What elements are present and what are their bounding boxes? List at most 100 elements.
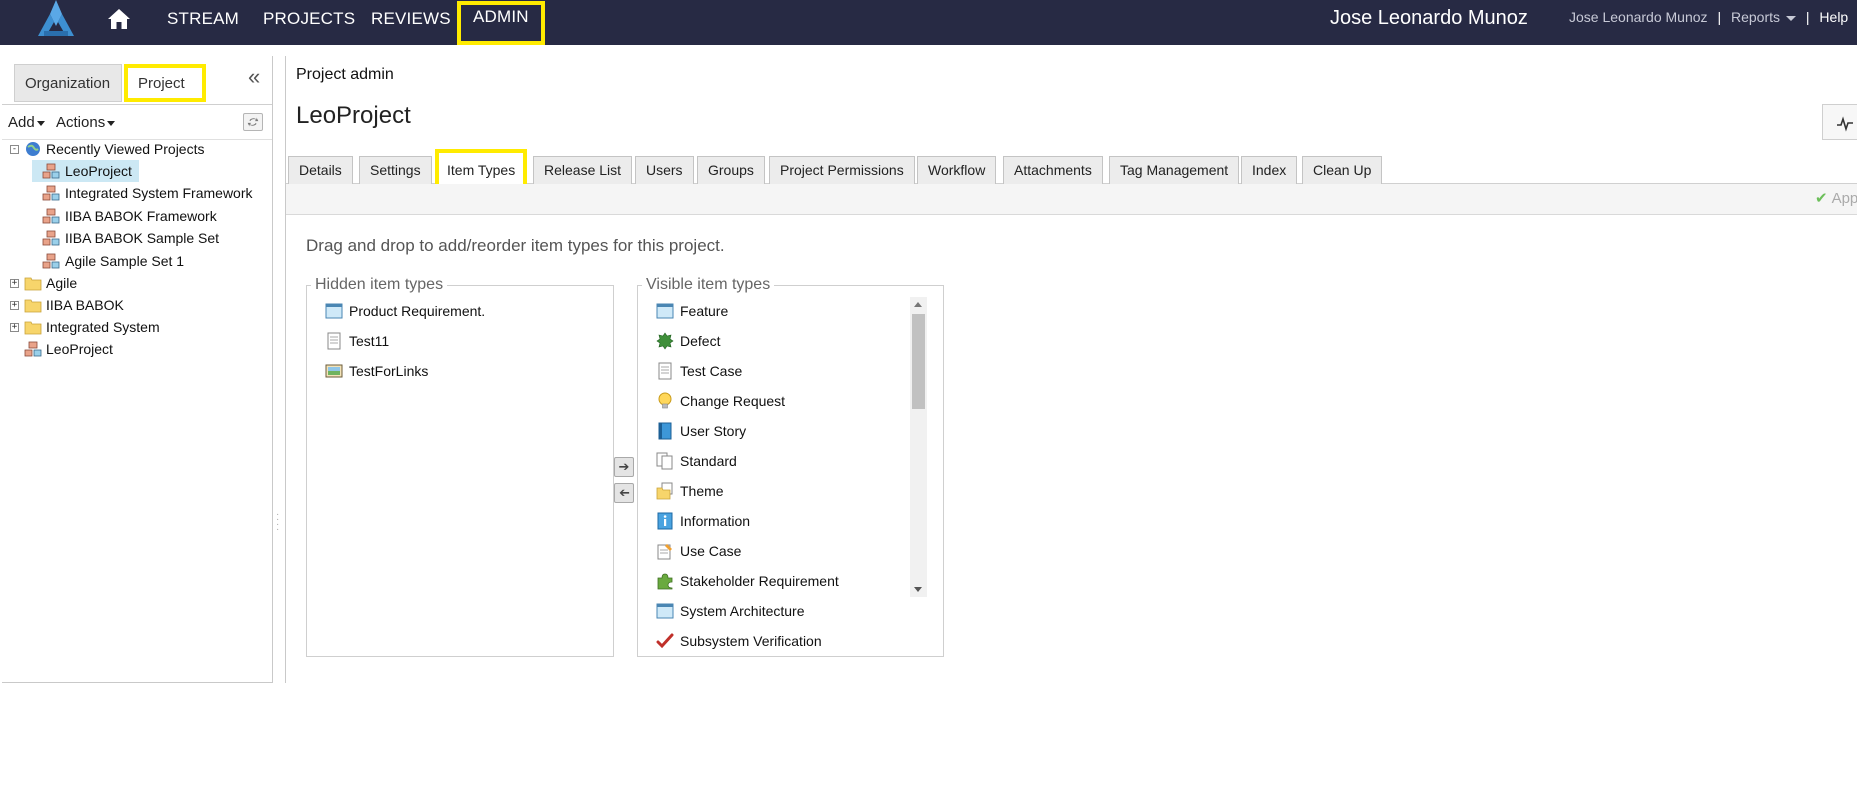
tree-node-recent[interactable]: - Recently Viewed Projects (6, 138, 266, 160)
tab-attachments[interactable]: Attachments (1003, 156, 1103, 184)
user-menu-link[interactable]: Jose Leonardo Munoz (1569, 9, 1708, 25)
apply-bar: ✔ App (286, 184, 1857, 215)
nav-stream[interactable]: STREAM (167, 9, 239, 29)
refresh-icon[interactable] (243, 113, 263, 131)
tree-label: Agile Sample Set 1 (65, 253, 185, 269)
tab-users[interactable]: Users (635, 156, 694, 184)
tab-settings[interactable]: Settings (359, 156, 432, 184)
tree-node-folder[interactable]: + Integrated System (6, 316, 206, 338)
document-icon (327, 332, 341, 350)
puzzle-icon (657, 573, 673, 590)
chevron-down-icon (1786, 15, 1796, 21)
scrollbar-thumb[interactable] (912, 314, 925, 409)
hidden-item-types-list[interactable]: Hidden item types Product Requirement. T… (306, 276, 614, 657)
tree-label: IIBA BABOK Sample Set (65, 230, 220, 246)
visible-list-scrollbar[interactable] (910, 297, 927, 597)
tab-index[interactable]: Index (1241, 156, 1298, 184)
tab-workflow[interactable]: Workflow (917, 156, 997, 184)
folder-doc-icon (656, 482, 673, 500)
tab-clean-up[interactable]: Clean Up (1302, 156, 1383, 184)
tree-node-project[interactable]: IIBA BABOK Framework (32, 205, 232, 227)
admin-tabs: Details Settings Item Types Release List… (286, 149, 1857, 189)
pages-icon (656, 452, 673, 470)
project-icon (42, 208, 60, 224)
breadcrumb: Project admin (296, 66, 394, 83)
list-item-label: Standard (680, 453, 737, 469)
home-icon[interactable] (106, 6, 132, 32)
arrow-right-icon: ➔ (618, 459, 630, 474)
tab-project[interactable]: Project (124, 64, 206, 102)
left-panel: Organization Project « Add Actions - Rec… (2, 56, 273, 683)
move-left-button[interactable]: ➔ (614, 483, 634, 503)
clipboard-icon (657, 544, 672, 560)
top-navigation-bar: STREAM PROJECTS REVIEWS ADMIN Jose Leona… (0, 0, 1857, 45)
list-item-label: System Architecture (680, 603, 805, 619)
list-item-label: Use Case (680, 543, 742, 559)
help-link[interactable]: Help (1819, 9, 1848, 25)
actions-menu-button[interactable]: Actions (56, 114, 116, 131)
tree-label: Integrated System Framework (65, 185, 253, 201)
tree-label: LeoProject (46, 341, 113, 357)
tree-node-project[interactable]: LeoProject (32, 160, 139, 182)
tree-node-project[interactable]: LeoProject (12, 338, 212, 360)
folder-icon (24, 277, 42, 291)
left-toolbar: Add Actions (2, 104, 272, 140)
expand-toggle[interactable]: + (10, 323, 19, 332)
checkmark-icon (656, 633, 674, 649)
nav-projects[interactable]: PROJECTS (263, 9, 355, 29)
apply-button[interactable]: ✔ App (1815, 189, 1857, 207)
tab-tag-management[interactable]: Tag Management (1109, 156, 1240, 184)
collapse-panel-icon[interactable]: « (248, 64, 260, 90)
tab-project-permissions[interactable]: Project Permissions (769, 156, 915, 184)
project-icon (42, 185, 60, 201)
bug-icon (656, 332, 674, 350)
tab-organization[interactable]: Organization (14, 64, 122, 102)
list-item-label: User Story (680, 423, 747, 439)
tree-node-folder[interactable]: + IIBA BABOK (6, 294, 206, 316)
project-icon (42, 163, 60, 179)
main-panel: Project admin LeoProject Details Setting… (285, 56, 1857, 683)
nav-admin[interactable]: ADMIN (457, 1, 545, 45)
scroll-down-icon[interactable] (914, 587, 922, 592)
jama-logo[interactable] (34, 0, 78, 38)
activity-icon (1837, 116, 1853, 132)
tab-groups[interactable]: Groups (697, 156, 765, 184)
reports-menu[interactable]: Reports (1731, 9, 1796, 25)
tree-node-project[interactable]: Integrated System Framework (32, 182, 262, 204)
list-item-label: Test Case (680, 363, 743, 379)
project-icon (24, 341, 42, 357)
checkmark-icon: ✔ (1815, 190, 1828, 207)
window-icon (656, 303, 674, 319)
window-icon (325, 303, 343, 319)
scroll-up-icon[interactable] (914, 302, 922, 307)
instructions-text: Drag and drop to add/reorder item types … (306, 236, 725, 255)
tree-node-folder[interactable]: + Agile (6, 272, 206, 294)
list-item-label: Defect (680, 333, 721, 349)
separator: | (1805, 9, 1810, 25)
tab-release-list[interactable]: Release List (533, 156, 633, 184)
visible-item-types-legend: Visible item types (642, 276, 775, 294)
panel-splitter-handle[interactable]: · · · · (276, 510, 280, 535)
tab-item-types[interactable]: Item Types (435, 149, 528, 189)
list-item-label: Theme (680, 483, 724, 499)
add-menu-button[interactable]: Add (8, 114, 45, 131)
actions-label: Actions (56, 114, 106, 131)
collapse-toggle[interactable]: - (10, 145, 19, 154)
expand-toggle[interactable]: + (10, 279, 19, 288)
tree-node-project[interactable]: Agile Sample Set 1 (32, 250, 232, 272)
expand-toggle[interactable]: + (10, 301, 19, 310)
document-icon (658, 362, 672, 380)
activity-button[interactable] (1822, 104, 1857, 140)
list-item-label: Change Request (680, 393, 786, 409)
list-item-label: Subsystem Verification (680, 633, 822, 649)
move-right-button[interactable]: ➔ (614, 457, 634, 477)
user-links: Jose Leonardo Munoz | Reports | Help | (1569, 9, 1857, 25)
page-title: LeoProject (296, 102, 411, 129)
visible-item-types-list[interactable]: Visible item types Feature Defect Test C… (637, 276, 944, 657)
tree-label: LeoProject (65, 163, 132, 179)
nav-reviews[interactable]: REVIEWS (371, 9, 451, 29)
tree-label: IIBA BABOK (46, 297, 124, 313)
tree-label: Integrated System (46, 319, 160, 335)
tab-details[interactable]: Details (288, 156, 353, 184)
tree-node-project[interactable]: IIBA BABOK Sample Set (32, 227, 232, 249)
